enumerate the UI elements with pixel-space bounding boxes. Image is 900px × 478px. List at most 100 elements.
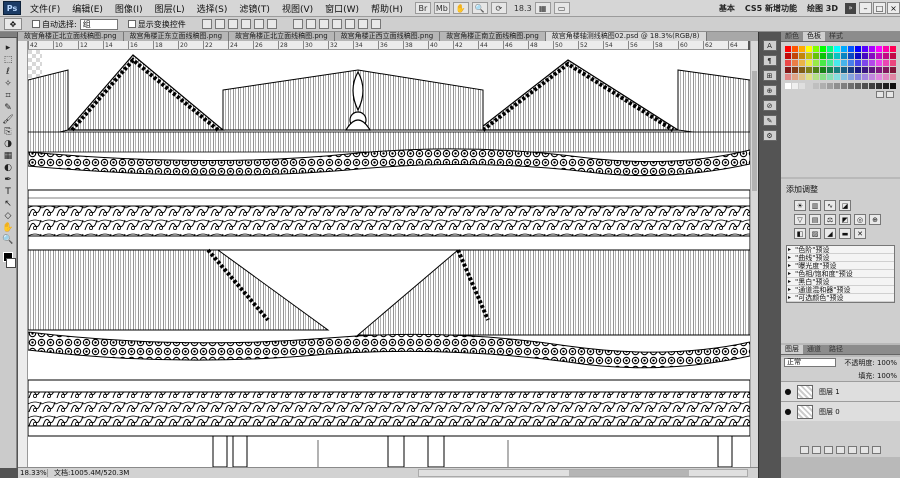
- rotate-view-icon[interactable]: ⟳: [490, 2, 507, 14]
- type-tool-icon[interactable]: T: [2, 186, 15, 197]
- color-swatch[interactable]: [862, 53, 868, 59]
- navigator-panel-icon[interactable]: ⊞: [762, 70, 777, 81]
- paragraph-panel-icon[interactable]: ¶: [762, 55, 777, 66]
- color-swatch[interactable]: [799, 67, 805, 73]
- zoom-tool-icon[interactable]: 🔍: [2, 234, 15, 245]
- color-swatch[interactable]: [834, 53, 840, 59]
- more-workspaces-icon[interactable]: »: [845, 2, 856, 14]
- vertical-scrollbar[interactable]: [750, 41, 758, 467]
- preset-channel-mixer[interactable]: "通道混和器"预设: [787, 286, 894, 294]
- color-swatch[interactable]: [806, 67, 812, 73]
- tab-layers[interactable]: 图层: [781, 345, 803, 354]
- menu-file[interactable]: 文件(F): [24, 2, 66, 15]
- document-size-info[interactable]: 文档:1005.4M/520.3M: [48, 468, 129, 478]
- color-swatch[interactable]: [806, 74, 812, 80]
- blend-mode-select[interactable]: 正常: [784, 358, 836, 367]
- color-swatch[interactable]: [841, 60, 847, 66]
- color-swatch[interactable]: [820, 60, 826, 66]
- color-swatch[interactable]: [862, 67, 868, 73]
- fill-field[interactable]: 填充: 100%: [858, 371, 897, 381]
- color-swatch[interactable]: [841, 53, 847, 59]
- preset-black-white[interactable]: "黑白"预设: [787, 278, 894, 286]
- workspace-painting-3d[interactable]: 绘图 3D: [802, 3, 843, 14]
- color-swatch[interactable]: [834, 60, 840, 66]
- color-swatch[interactable]: [834, 46, 840, 52]
- layer-mask-icon[interactable]: [824, 446, 833, 454]
- tab-west-elevation[interactable]: 故宫角楼正西立面线稿图.png: [334, 32, 441, 41]
- exposure-icon[interactable]: ◪: [839, 200, 851, 211]
- minimize-button[interactable]: –: [859, 2, 872, 14]
- document-canvas[interactable]: [28, 50, 750, 467]
- color-swatch[interactable]: [890, 74, 896, 80]
- color-swatch[interactable]: [841, 74, 847, 80]
- channel-mixer-icon[interactable]: ⊕: [869, 214, 881, 225]
- color-swatch[interactable]: [862, 74, 868, 80]
- hand-tool-icon[interactable]: ✋: [2, 222, 15, 233]
- mini-bridge-icon[interactable]: Mb: [433, 2, 450, 14]
- bridge-icon[interactable]: Br: [414, 2, 431, 14]
- color-swatch[interactable]: [862, 46, 868, 52]
- color-swatch[interactable]: [785, 60, 791, 66]
- delete-swatch-icon[interactable]: [886, 91, 894, 98]
- color-swatch[interactable]: [827, 67, 833, 73]
- brightness-contrast-icon[interactable]: ☀: [794, 200, 806, 211]
- color-swatch[interactable]: [862, 60, 868, 66]
- layer-row[interactable]: ● 图层 1: [781, 381, 900, 401]
- move-tool-icon[interactable]: ▸: [2, 42, 15, 53]
- gray-swatch[interactable]: [869, 83, 875, 89]
- color-swatch[interactable]: [834, 74, 840, 80]
- maximize-button[interactable]: □: [873, 2, 886, 14]
- color-swatch[interactable]: [890, 60, 896, 66]
- black-white-icon[interactable]: ◩: [839, 214, 851, 225]
- history-panel-icon[interactable]: ⊘: [762, 100, 777, 111]
- color-swatch[interactable]: [869, 53, 875, 59]
- layer-row[interactable]: ● 图层 0: [781, 401, 900, 421]
- menu-view[interactable]: 视图(V): [276, 2, 319, 15]
- color-swatch[interactable]: [876, 53, 882, 59]
- tab-east-elevation[interactable]: 故宫角楼正东立面线稿图.png: [123, 32, 230, 41]
- color-swatch[interactable]: [785, 74, 791, 80]
- gray-swatch[interactable]: [799, 83, 805, 89]
- gray-swatch[interactable]: [855, 83, 861, 89]
- close-button[interactable]: ×: [887, 2, 900, 14]
- color-swatch[interactable]: [855, 46, 861, 52]
- eyedropper-tool-icon[interactable]: ✎: [2, 102, 15, 113]
- color-swatch[interactable]: [869, 46, 875, 52]
- path-selection-tool-icon[interactable]: ↖: [2, 198, 15, 209]
- color-swatch[interactable]: [785, 53, 791, 59]
- color-swatch[interactable]: [869, 67, 875, 73]
- show-transform-checkbox[interactable]: [127, 20, 136, 28]
- color-swatch[interactable]: [813, 60, 819, 66]
- brush-panel-icon[interactable]: ✎: [762, 115, 777, 126]
- color-swatch[interactable]: [792, 74, 798, 80]
- color-swatch[interactable]: [883, 74, 889, 80]
- align-bottom-icon[interactable]: [227, 19, 238, 29]
- link-layers-icon[interactable]: [800, 446, 809, 454]
- new-layer-icon[interactable]: [860, 446, 869, 454]
- gradient-tool-icon[interactable]: ▦: [2, 150, 15, 161]
- color-swatch[interactable]: [792, 46, 798, 52]
- color-swatch[interactable]: [876, 74, 882, 80]
- menu-edit[interactable]: 编辑(E): [66, 2, 109, 15]
- distribute-left-icon[interactable]: [331, 19, 342, 29]
- menu-layer[interactable]: 图层(L): [149, 2, 191, 15]
- tab-south-elevation[interactable]: 故宫角楼正南立面线稿图.png: [440, 32, 546, 41]
- gray-swatch[interactable]: [785, 83, 791, 89]
- levels-icon[interactable]: ▥: [809, 200, 821, 211]
- new-swatch-icon[interactable]: [876, 91, 884, 98]
- preset-hue-saturation[interactable]: "色相/饱和度"预设: [787, 270, 894, 278]
- auto-align-icon[interactable]: [370, 19, 381, 29]
- preset-exposure[interactable]: "曝光度"预设: [787, 262, 894, 270]
- tab-north-elevation-2[interactable]: 故宫角楼正北立面线稿图.png: [229, 32, 335, 41]
- dodge-tool-icon[interactable]: ◐: [2, 162, 15, 173]
- preset-selective-color[interactable]: "可选颜色"预设: [787, 294, 894, 302]
- color-swatch[interactable]: [792, 67, 798, 73]
- color-swatch[interactable]: [799, 46, 805, 52]
- color-swatch[interactable]: [820, 53, 826, 59]
- workspace-cs5-new[interactable]: CS5 新增功能: [740, 3, 802, 14]
- gray-swatch[interactable]: [813, 83, 819, 89]
- tab-axonometric-active[interactable]: 故宫角楼轴测线稿图02.psd @ 18.3%(RGB/8): [545, 32, 707, 41]
- marquee-tool-icon[interactable]: ⬚: [2, 54, 15, 65]
- color-swatch[interactable]: [848, 67, 854, 73]
- curves-icon[interactable]: ∿: [824, 200, 836, 211]
